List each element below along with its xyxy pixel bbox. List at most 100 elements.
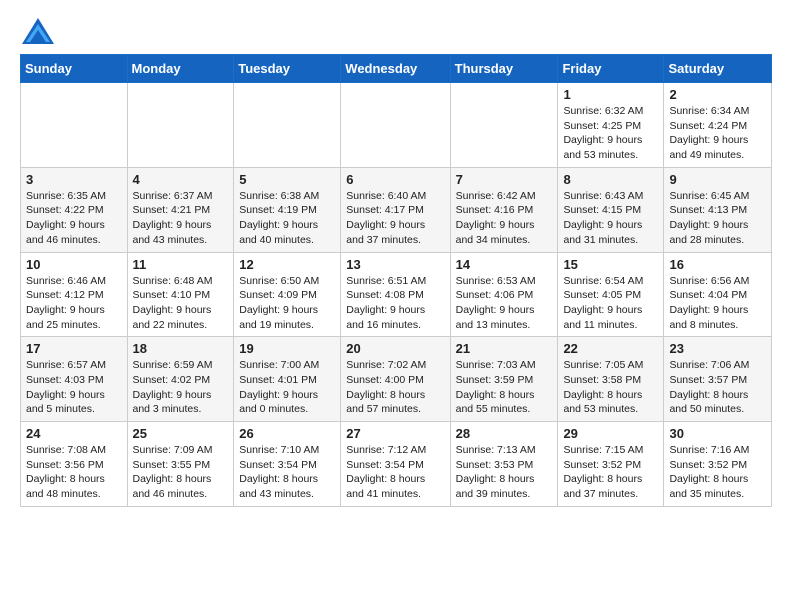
day-info: Sunrise: 6:48 AM Sunset: 4:10 PM Dayligh…: [133, 274, 229, 333]
day-info: Sunrise: 7:05 AM Sunset: 3:58 PM Dayligh…: [563, 358, 658, 417]
header: [20, 16, 772, 46]
day-info: Sunrise: 6:38 AM Sunset: 4:19 PM Dayligh…: [239, 189, 335, 248]
weekday-header-tuesday: Tuesday: [234, 55, 341, 83]
weekday-header-thursday: Thursday: [450, 55, 558, 83]
day-info: Sunrise: 6:35 AM Sunset: 4:22 PM Dayligh…: [26, 189, 122, 248]
calendar-cell: 19 Sunrise: 7:00 AM Sunset: 4:01 PM Dayli…: [234, 337, 341, 422]
calendar-cell: 30 Sunrise: 7:16 AM Sunset: 3:52 PM Dayli…: [664, 422, 772, 507]
day-info: Sunrise: 7:10 AM Sunset: 3:54 PM Dayligh…: [239, 443, 335, 502]
calendar-cell: [341, 83, 450, 168]
calendar-cell: 12 Sunrise: 6:50 AM Sunset: 4:09 PM Dayli…: [234, 252, 341, 337]
calendar-cell: 14Sunrise: 6:53 AM Sunset: 4:06 PM Dayli…: [450, 252, 558, 337]
day-number: 3: [26, 172, 122, 187]
calendar-cell: 15 Sunrise: 6:54 AM Sunset: 4:05 PM Dayli…: [558, 252, 664, 337]
calendar-cell: 22 Sunrise: 7:05 AM Sunset: 3:58 PM Dayli…: [558, 337, 664, 422]
day-info: Sunrise: 6:59 AM Sunset: 4:02 PM Dayligh…: [133, 358, 229, 417]
day-number: 19: [239, 341, 335, 356]
weekday-header-saturday: Saturday: [664, 55, 772, 83]
calendar-cell: [450, 83, 558, 168]
day-info: Sunrise: 6:57 AM Sunset: 4:03 PM Dayligh…: [26, 358, 122, 417]
day-info: Sunrise: 6:54 AM Sunset: 4:05 PM Dayligh…: [563, 274, 658, 333]
calendar-cell: 18 Sunrise: 6:59 AM Sunset: 4:02 PM Dayli…: [127, 337, 234, 422]
day-number: 1: [563, 87, 658, 102]
calendar-cell: [127, 83, 234, 168]
calendar-week-1: 1Sunrise: 6:32 AM Sunset: 4:25 PM Daylig…: [21, 83, 772, 168]
calendar-cell: 5 Sunrise: 6:38 AM Sunset: 4:19 PM Daylig…: [234, 167, 341, 252]
weekday-header-sunday: Sunday: [21, 55, 128, 83]
calendar-cell: [21, 83, 128, 168]
day-number: 21: [456, 341, 553, 356]
day-number: 12: [239, 257, 335, 272]
day-info: Sunrise: 6:51 AM Sunset: 4:08 PM Dayligh…: [346, 274, 444, 333]
day-number: 10: [26, 257, 122, 272]
calendar-cell: 28 Sunrise: 7:13 AM Sunset: 3:53 PM Dayli…: [450, 422, 558, 507]
day-number: 5: [239, 172, 335, 187]
calendar-cell: 9Sunrise: 6:45 AM Sunset: 4:13 PM Daylig…: [664, 167, 772, 252]
calendar-cell: 27Sunrise: 7:12 AM Sunset: 3:54 PM Dayli…: [341, 422, 450, 507]
day-number: 8: [563, 172, 658, 187]
day-info: Sunrise: 6:56 AM Sunset: 4:04 PM Dayligh…: [669, 274, 766, 333]
calendar-cell: 13 Sunrise: 6:51 AM Sunset: 4:08 PM Dayli…: [341, 252, 450, 337]
day-number: 17: [26, 341, 122, 356]
calendar-cell: 25 Sunrise: 7:09 AM Sunset: 3:55 PM Dayli…: [127, 422, 234, 507]
day-number: 13: [346, 257, 444, 272]
day-number: 30: [669, 426, 766, 441]
day-info: Sunrise: 7:12 AM Sunset: 3:54 PM Dayligh…: [346, 443, 444, 502]
day-info: Sunrise: 7:09 AM Sunset: 3:55 PM Dayligh…: [133, 443, 229, 502]
day-number: 15: [563, 257, 658, 272]
calendar-cell: 8Sunrise: 6:43 AM Sunset: 4:15 PM Daylig…: [558, 167, 664, 252]
logo: [20, 16, 60, 46]
day-info: Sunrise: 6:37 AM Sunset: 4:21 PM Dayligh…: [133, 189, 229, 248]
day-info: Sunrise: 7:08 AM Sunset: 3:56 PM Dayligh…: [26, 443, 122, 502]
day-number: 24: [26, 426, 122, 441]
calendar-cell: 11 Sunrise: 6:48 AM Sunset: 4:10 PM Dayli…: [127, 252, 234, 337]
day-info: Sunrise: 6:40 AM Sunset: 4:17 PM Dayligh…: [346, 189, 444, 248]
day-info: Sunrise: 7:15 AM Sunset: 3:52 PM Dayligh…: [563, 443, 658, 502]
calendar-cell: 16 Sunrise: 6:56 AM Sunset: 4:04 PM Dayli…: [664, 252, 772, 337]
day-info: Sunrise: 6:53 AM Sunset: 4:06 PM Dayligh…: [456, 274, 553, 333]
calendar-cell: 10 Sunrise: 6:46 AM Sunset: 4:12 PM Dayli…: [21, 252, 128, 337]
day-info: Sunrise: 6:46 AM Sunset: 4:12 PM Dayligh…: [26, 274, 122, 333]
calendar-week-2: 3 Sunrise: 6:35 AM Sunset: 4:22 PM Daylig…: [21, 167, 772, 252]
day-info: Sunrise: 6:34 AM Sunset: 4:24 PM Dayligh…: [669, 104, 766, 163]
calendar-cell: 17 Sunrise: 6:57 AM Sunset: 4:03 PM Dayli…: [21, 337, 128, 422]
calendar-table: SundayMondayTuesdayWednesdayThursdayFrid…: [20, 54, 772, 507]
calendar-cell: 6 Sunrise: 6:40 AM Sunset: 4:17 PM Daylig…: [341, 167, 450, 252]
day-number: 9: [669, 172, 766, 187]
page: SundayMondayTuesdayWednesdayThursdayFrid…: [0, 0, 792, 523]
day-number: 7: [456, 172, 553, 187]
calendar-cell: 1Sunrise: 6:32 AM Sunset: 4:25 PM Daylig…: [558, 83, 664, 168]
weekday-header-friday: Friday: [558, 55, 664, 83]
day-info: Sunrise: 7:06 AM Sunset: 3:57 PM Dayligh…: [669, 358, 766, 417]
day-number: 29: [563, 426, 658, 441]
calendar-cell: 29 Sunrise: 7:15 AM Sunset: 3:52 PM Dayli…: [558, 422, 664, 507]
calendar-cell: 3 Sunrise: 6:35 AM Sunset: 4:22 PM Daylig…: [21, 167, 128, 252]
day-info: Sunrise: 6:42 AM Sunset: 4:16 PM Dayligh…: [456, 189, 553, 248]
calendar-cell: 21 Sunrise: 7:03 AM Sunset: 3:59 PM Dayli…: [450, 337, 558, 422]
logo-icon: [20, 16, 56, 46]
day-info: Sunrise: 7:03 AM Sunset: 3:59 PM Dayligh…: [456, 358, 553, 417]
calendar-cell: 23Sunrise: 7:06 AM Sunset: 3:57 PM Dayli…: [664, 337, 772, 422]
day-info: Sunrise: 7:16 AM Sunset: 3:52 PM Dayligh…: [669, 443, 766, 502]
day-number: 2: [669, 87, 766, 102]
day-number: 22: [563, 341, 658, 356]
calendar-header-row: SundayMondayTuesdayWednesdayThursdayFrid…: [21, 55, 772, 83]
day-number: 4: [133, 172, 229, 187]
day-number: 25: [133, 426, 229, 441]
day-info: Sunrise: 7:00 AM Sunset: 4:01 PM Dayligh…: [239, 358, 335, 417]
day-info: Sunrise: 6:50 AM Sunset: 4:09 PM Dayligh…: [239, 274, 335, 333]
day-info: Sunrise: 7:13 AM Sunset: 3:53 PM Dayligh…: [456, 443, 553, 502]
calendar-week-4: 17 Sunrise: 6:57 AM Sunset: 4:03 PM Dayli…: [21, 337, 772, 422]
weekday-header-wednesday: Wednesday: [341, 55, 450, 83]
calendar-week-5: 24 Sunrise: 7:08 AM Sunset: 3:56 PM Dayli…: [21, 422, 772, 507]
calendar-cell: 2 Sunrise: 6:34 AM Sunset: 4:24 PM Daylig…: [664, 83, 772, 168]
day-number: 11: [133, 257, 229, 272]
day-number: 28: [456, 426, 553, 441]
day-number: 6: [346, 172, 444, 187]
day-number: 18: [133, 341, 229, 356]
calendar-cell: 4 Sunrise: 6:37 AM Sunset: 4:21 PM Daylig…: [127, 167, 234, 252]
calendar-cell: 7 Sunrise: 6:42 AM Sunset: 4:16 PM Daylig…: [450, 167, 558, 252]
weekday-header-monday: Monday: [127, 55, 234, 83]
calendar-cell: 24 Sunrise: 7:08 AM Sunset: 3:56 PM Dayli…: [21, 422, 128, 507]
day-number: 16: [669, 257, 766, 272]
